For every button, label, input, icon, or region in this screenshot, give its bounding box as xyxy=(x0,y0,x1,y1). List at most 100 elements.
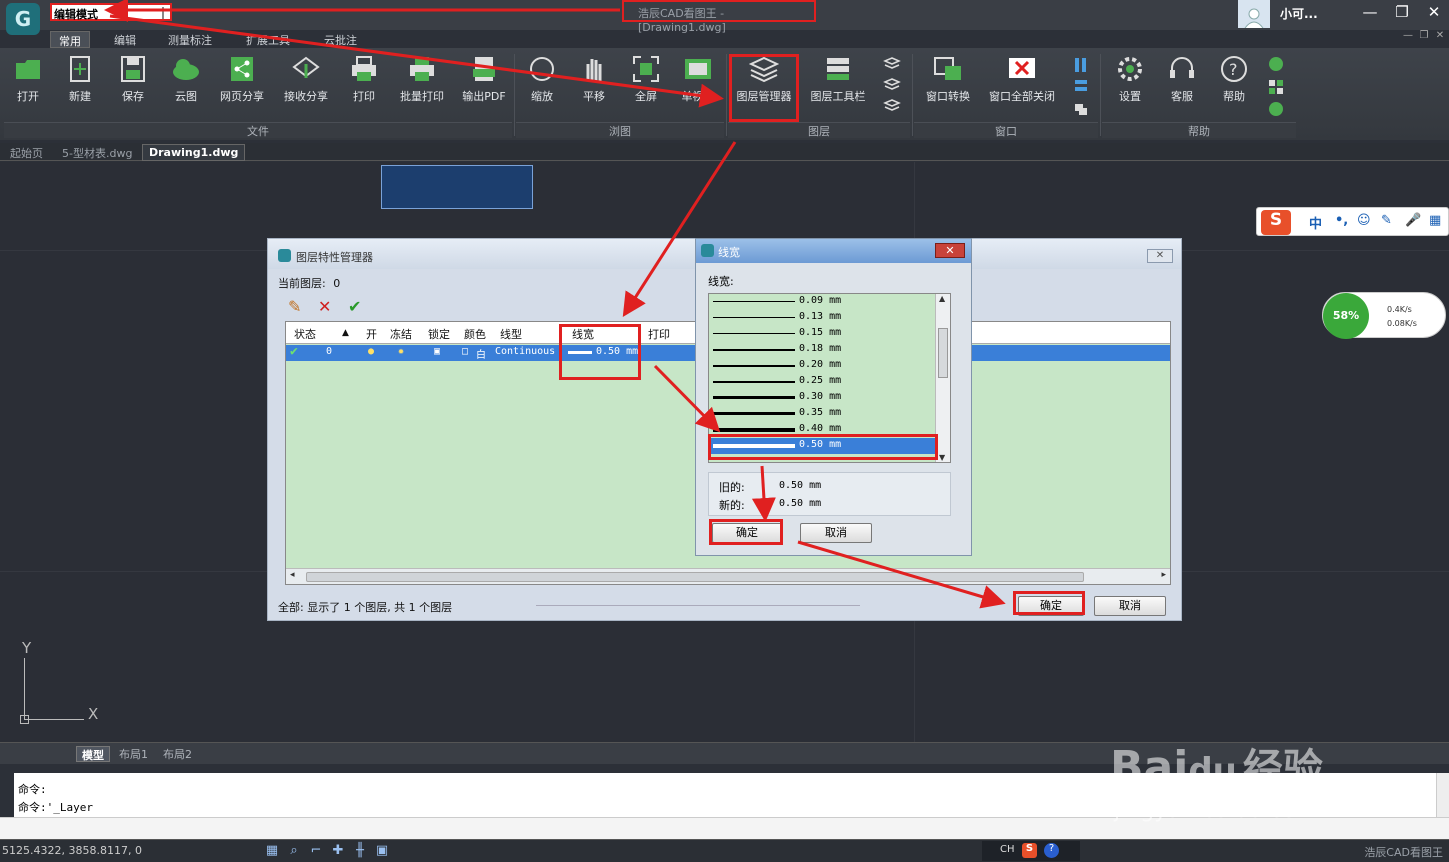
tab-measure[interactable]: 测量标注 xyxy=(160,31,220,48)
polar-icon[interactable]: ╫ xyxy=(352,843,368,859)
ime-mic-icon[interactable]: 🎤 xyxy=(1405,213,1421,228)
lineweight-option[interactable]: 0.20 mm xyxy=(709,358,937,374)
print-button[interactable]: 打印 xyxy=(344,52,384,110)
highlight-selected-weight xyxy=(708,434,938,460)
batch-print-button[interactable]: 批量打印 xyxy=(394,52,450,110)
mode-select[interactable]: 编辑模式 xyxy=(50,3,172,21)
osnap-icon[interactable]: ▣ xyxy=(374,843,390,859)
open-button[interactable]: 打开 xyxy=(8,52,48,110)
export-pdf-button[interactable]: 输出PDF xyxy=(458,52,510,110)
layer-cancel-button[interactable]: 取消 xyxy=(1094,596,1166,616)
tab-cloud-annotation[interactable]: 云批注 xyxy=(316,31,365,48)
zoom-icon[interactable]: ⌕ xyxy=(286,843,302,859)
new-file-icon xyxy=(65,54,95,84)
single-viewport-button[interactable]: 单视口 xyxy=(676,52,720,110)
col-on[interactable]: 开 xyxy=(366,326,377,342)
pan-button[interactable]: 平移 xyxy=(574,52,614,110)
restore-icon[interactable]: ❐ xyxy=(1390,3,1414,23)
lineweight-close-icon[interactable]: ✕ xyxy=(935,243,965,258)
snap-icon[interactable]: ✚ xyxy=(330,843,346,859)
help-button[interactable]: ? 帮助 xyxy=(1214,52,1254,110)
ime-grid-icon[interactable]: ▦ xyxy=(1429,213,1441,228)
lineweight-option[interactable]: 0.09 mm xyxy=(709,294,937,310)
user-name[interactable]: 小可... xyxy=(1280,5,1318,22)
new-layer-icon[interactable]: ✎ xyxy=(288,297,301,316)
tab-drawing1[interactable]: Drawing1.dwg xyxy=(142,144,246,161)
minimize-icon[interactable]: — xyxy=(1358,3,1382,23)
ime-emoji-icon[interactable]: ☺ xyxy=(1357,213,1371,228)
cloud-button[interactable]: 云图 xyxy=(166,52,206,110)
grid-icon[interactable]: ▦ xyxy=(264,843,280,859)
tab-edit[interactable]: 编辑 xyxy=(106,31,144,48)
lineweight-option[interactable]: 0.18 mm xyxy=(709,342,937,358)
lineweight-option[interactable]: 0.15 mm xyxy=(709,326,937,342)
extra-help-icons[interactable] xyxy=(1266,56,1286,118)
doc-close-icon[interactable]: ✕ xyxy=(1428,30,1449,50)
col-lock[interactable]: 锁定 xyxy=(428,326,450,342)
lineweight-option[interactable]: 0.35 mm xyxy=(709,406,937,422)
user-avatar[interactable] xyxy=(1238,0,1270,28)
layer-name[interactable]: 0 xyxy=(326,346,332,357)
delete-layer-icon[interactable]: ✕ xyxy=(318,297,331,316)
app-logo-icon[interactable]: G xyxy=(6,3,40,35)
tab-profile-table[interactable]: 5-型材表.dwg xyxy=(56,144,138,161)
save-button[interactable]: 保存 xyxy=(113,52,153,110)
col-plot[interactable]: 打印 xyxy=(648,326,670,342)
tab-layout2[interactable]: 布局2 xyxy=(158,746,197,762)
scroll-down-icon[interactable]: ▼ xyxy=(939,453,945,462)
col-linetype[interactable]: 线型 xyxy=(500,326,522,342)
bulb-icon[interactable]: ● xyxy=(368,346,374,357)
sort-up-icon[interactable]: ▲ xyxy=(342,328,349,338)
current-layer-value: 0 xyxy=(333,277,341,290)
sogou-logo-icon[interactable]: S xyxy=(1261,210,1291,235)
ime-pen-icon[interactable]: ✎ xyxy=(1381,213,1392,228)
new-button[interactable]: 新建 xyxy=(60,52,100,110)
lineweight-option[interactable]: 0.30 mm xyxy=(709,390,937,406)
tab-start-page[interactable]: 起始页 xyxy=(4,144,49,161)
lineweight-option[interactable]: 0.13 mm xyxy=(709,310,937,326)
col-color[interactable]: 颜色 xyxy=(464,326,486,342)
set-current-icon[interactable]: ✔ xyxy=(348,297,361,316)
taskbar-ime[interactable]: CH S ? xyxy=(982,841,1080,861)
ime-toolbar[interactable]: S 中 •, ☺ ✎ 🎤 ▦ xyxy=(1256,207,1449,236)
tab-model[interactable]: 模型 xyxy=(76,746,110,762)
support-button[interactable]: 客服 xyxy=(1162,52,1202,110)
layer-linetype[interactable]: Continuous xyxy=(495,346,555,357)
col-status[interactable]: 状态 xyxy=(294,326,316,342)
tab-extensions[interactable]: 扩展工具 xyxy=(238,31,298,48)
network-speed-widget[interactable]: 58% 0.4K/s 0.08K/s xyxy=(1322,292,1446,339)
tab-common[interactable]: 常用 xyxy=(50,31,90,48)
command-scrollbar[interactable] xyxy=(1436,773,1449,817)
sogou-tray-icon[interactable]: S xyxy=(1022,843,1037,858)
layer-toolbar-button[interactable]: 图层工具栏 xyxy=(806,52,870,110)
col-freeze[interactable]: 冻结 xyxy=(390,326,412,342)
close-all-windows-button[interactable]: 窗口全部关闭 xyxy=(984,52,1060,110)
lineweight-cancel-button[interactable]: 取消 xyxy=(800,523,872,543)
window-switch-button[interactable]: 窗口转换 xyxy=(920,52,976,110)
web-share-button[interactable]: 网页分享 xyxy=(216,52,268,110)
ortho-icon[interactable]: ⌐ xyxy=(308,843,324,859)
tab-layout1[interactable]: 布局1 xyxy=(114,746,153,762)
sun-icon[interactable]: ✹ xyxy=(398,346,404,357)
scroll-left-icon[interactable]: ◂ xyxy=(290,570,295,580)
scroll-right-icon[interactable]: ▸ xyxy=(1161,570,1166,580)
receive-share-button[interactable]: 接收分享 xyxy=(280,52,332,110)
horizontal-scrollbar[interactable]: ◂ ▸ xyxy=(286,568,1170,584)
dialog-close-icon[interactable]: ✕ xyxy=(1147,249,1173,263)
scroll-thumb[interactable] xyxy=(306,572,1084,582)
layer-color[interactable]: 白 xyxy=(476,346,486,361)
help-tray-icon[interactable]: ? xyxy=(1044,843,1059,858)
ime-punct-icon[interactable]: •, xyxy=(1335,213,1348,228)
fullscreen-button[interactable]: 全屏 xyxy=(626,52,666,110)
lineweight-option[interactable]: 0.25 mm xyxy=(709,374,937,390)
settings-button[interactable]: 设置 xyxy=(1110,52,1150,110)
window-layout-icons[interactable] xyxy=(1072,56,1090,118)
scroll-up-icon[interactable]: ▲ xyxy=(939,294,945,303)
color-swatch-icon[interactable]: □ xyxy=(462,346,468,357)
layer-stack-icons[interactable] xyxy=(882,56,902,118)
ime-chinese-mode[interactable]: 中 xyxy=(1309,213,1322,232)
zoom-button[interactable]: 缩放 xyxy=(522,52,562,110)
lock-icon[interactable]: ▣ xyxy=(434,346,440,357)
close-icon[interactable]: ✕ xyxy=(1422,3,1446,23)
scroll-thumb[interactable] xyxy=(938,328,948,378)
